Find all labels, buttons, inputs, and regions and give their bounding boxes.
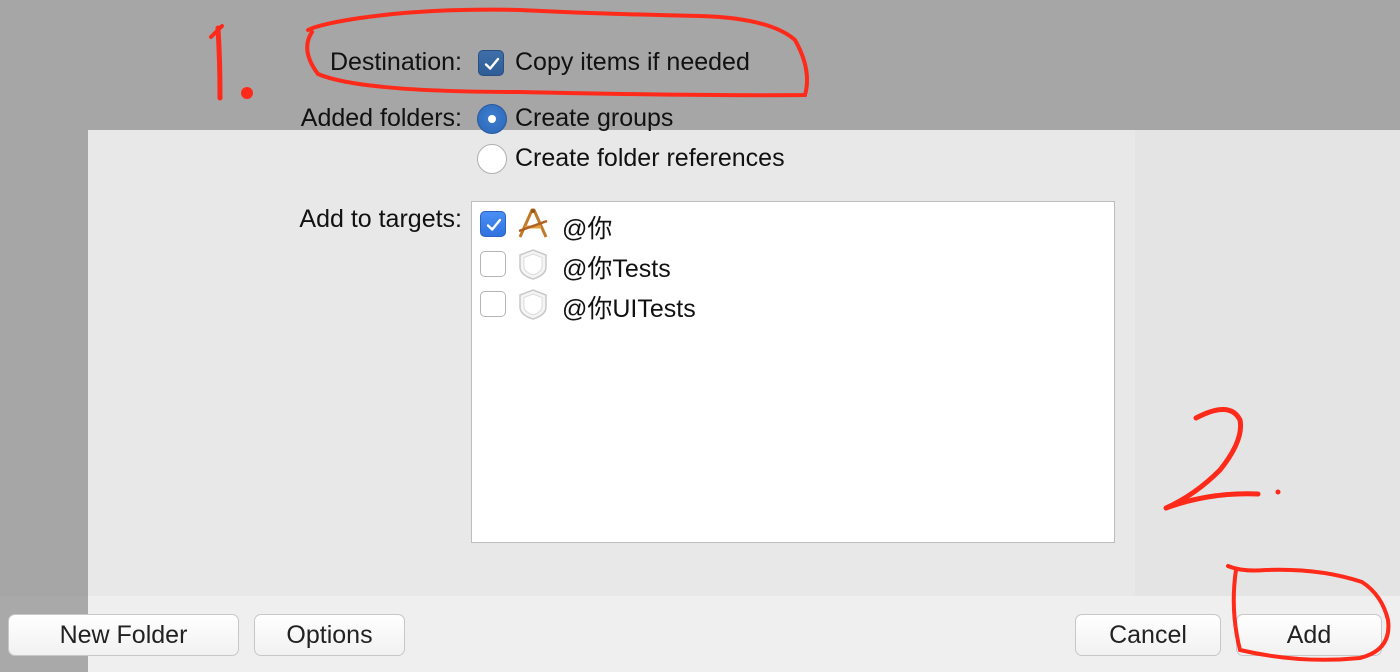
test-bundle-icon <box>519 249 547 280</box>
new-folder-button[interactable]: New Folder <box>8 614 239 656</box>
options-button[interactable]: Options <box>254 614 405 656</box>
destination-label: Destination: <box>329 48 462 76</box>
target-name: @你UITests <box>562 295 696 323</box>
target-name: @你 <box>562 215 613 243</box>
target-row[interactable]: @你 <box>472 203 1114 243</box>
copy-items-label[interactable]: Copy items if needed <box>515 48 750 77</box>
test-bundle-icon <box>519 289 547 320</box>
copy-items-checkbox[interactable] <box>478 50 504 76</box>
targets-list[interactable]: @你 @你Tests @你UITests <box>471 201 1115 543</box>
target-checkbox[interactable] <box>480 211 506 237</box>
create-folder-references-radio[interactable] <box>477 144 507 174</box>
added-folders-label: Added folders: <box>300 104 462 132</box>
cancel-button[interactable]: Cancel <box>1075 614 1221 656</box>
target-row[interactable]: @你Tests <box>472 243 1114 283</box>
checkmark-icon <box>484 57 500 70</box>
create-groups-label[interactable]: Create groups <box>515 104 673 133</box>
create-groups-radio[interactable] <box>477 104 507 134</box>
dimmed-overlay-left <box>0 130 88 672</box>
target-checkbox[interactable] <box>480 251 506 277</box>
target-row[interactable]: @你UITests <box>472 283 1114 323</box>
add-button[interactable]: Add <box>1236 614 1382 656</box>
target-checkbox[interactable] <box>480 291 506 317</box>
options-panel-right <box>1135 130 1400 672</box>
app-target-icon <box>518 208 548 238</box>
add-to-targets-label: Add to targets: <box>299 205 462 233</box>
create-folder-references-label[interactable]: Create folder references <box>515 144 785 173</box>
checkmark-icon <box>486 218 502 231</box>
target-name: @你Tests <box>562 255 671 283</box>
